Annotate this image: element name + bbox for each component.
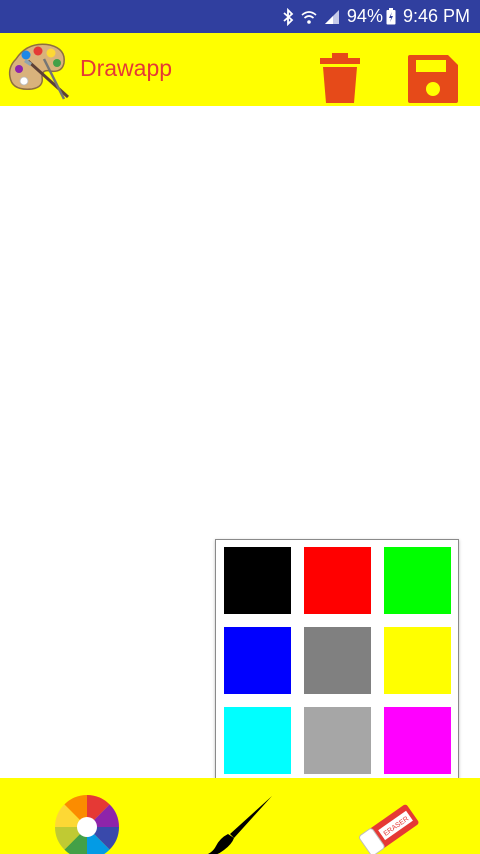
status-bar: 94% 9:46 PM [0,0,480,33]
swatch-red[interactable] [304,547,371,614]
swatch-black[interactable] [224,547,291,614]
trash-button[interactable] [318,51,362,105]
palette-icon [6,39,72,101]
battery-charging-icon [386,8,396,25]
swatch-green[interactable] [384,547,451,614]
swatch-cyan[interactable] [224,707,291,774]
swatch-gray[interactable] [304,627,371,694]
swatch-magenta[interactable] [384,707,451,774]
battery-text: 94% [346,6,383,26]
eraser-icon: ERASER [359,804,419,854]
swatch-yellow[interactable] [384,627,451,694]
brush-button[interactable] [200,794,276,854]
signal-icon [324,9,340,25]
color-palette [215,539,459,782]
bottom-toolbar: ERASER [0,778,480,854]
swatch-light-gray[interactable] [304,707,371,774]
eraser-button[interactable]: ERASER [354,798,424,854]
save-icon [408,55,458,103]
clock: 9:46 PM [402,6,470,26]
bluetooth-icon [282,7,294,26]
color-wheel-icon [55,795,119,854]
save-button[interactable] [406,53,460,105]
trash-icon [320,53,360,103]
wifi-icon [301,9,317,25]
app-title: Drawapp [80,55,173,81]
app-bar: Drawapp [0,33,480,106]
swatch-blue[interactable] [224,627,291,694]
color-wheel-button[interactable] [54,794,120,854]
brush-icon [207,796,272,854]
